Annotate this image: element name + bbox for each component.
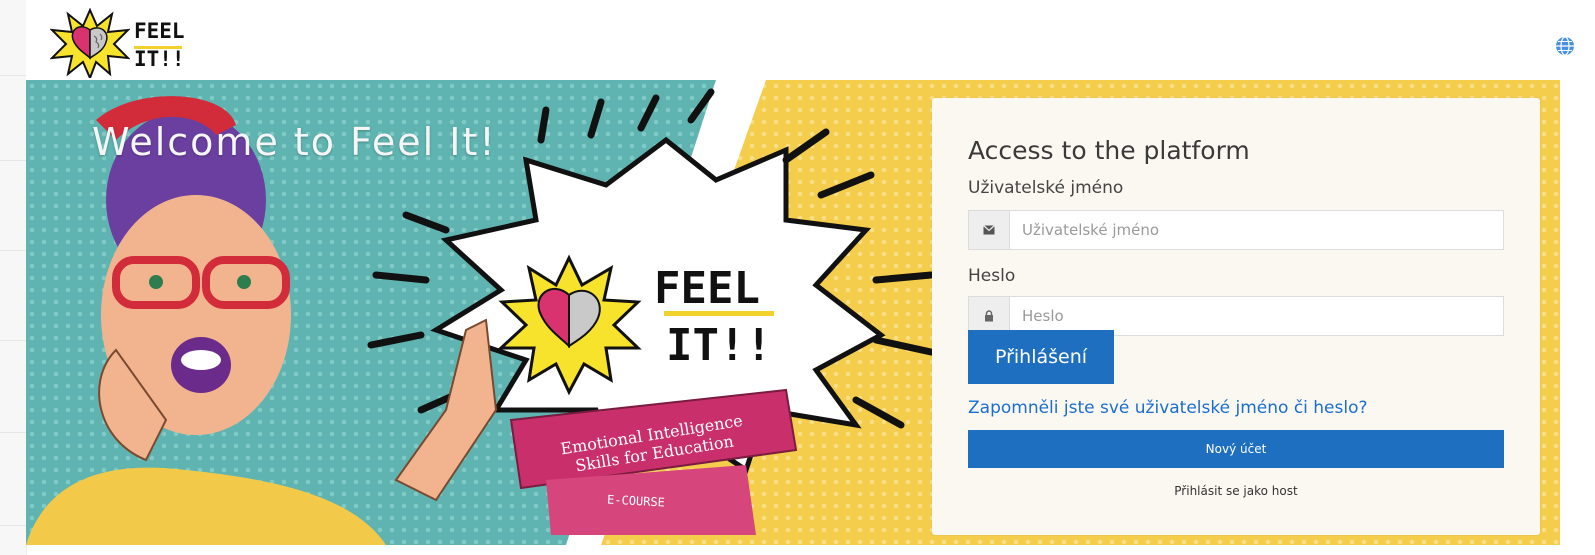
guest-login-link[interactable]: Přihlásit se jako host: [968, 484, 1504, 498]
logo-underline: [134, 46, 182, 49]
globe-icon[interactable]: [1555, 36, 1575, 56]
site-logo[interactable]: FEEL IT!!: [49, 7, 220, 81]
new-account-button[interactable]: Nový účet: [968, 430, 1504, 468]
logo-burst-icon: [49, 7, 131, 81]
welcome-heading: Welcome to Feel It!: [92, 120, 497, 164]
login-button[interactable]: Přihlášení: [968, 330, 1114, 384]
envelope-icon: [969, 211, 1010, 249]
banner-logo-text: FEEL: [654, 263, 760, 314]
password-label: Heslo: [968, 266, 1016, 286]
username-label: Uživatelské jméno: [968, 178, 1124, 198]
login-title: Access to the platform: [968, 136, 1250, 165]
left-gutter: [0, 0, 27, 555]
login-card: Access to the platform Uživatelské jméno…: [932, 98, 1540, 535]
top-navbar: FEEL IT!!: [26, 0, 1595, 81]
forgot-password-link[interactable]: Zapomněli jste své uživatelské jméno či …: [968, 398, 1368, 418]
banner-logo-text-2: IT!!: [666, 320, 772, 371]
username-input-group: [968, 210, 1504, 250]
username-input[interactable]: [1010, 211, 1503, 249]
logo-text: FEEL IT!!: [134, 19, 185, 71]
hero-banner: Welcome to Feel It! FEEL IT!! Emotional …: [26, 80, 1560, 545]
